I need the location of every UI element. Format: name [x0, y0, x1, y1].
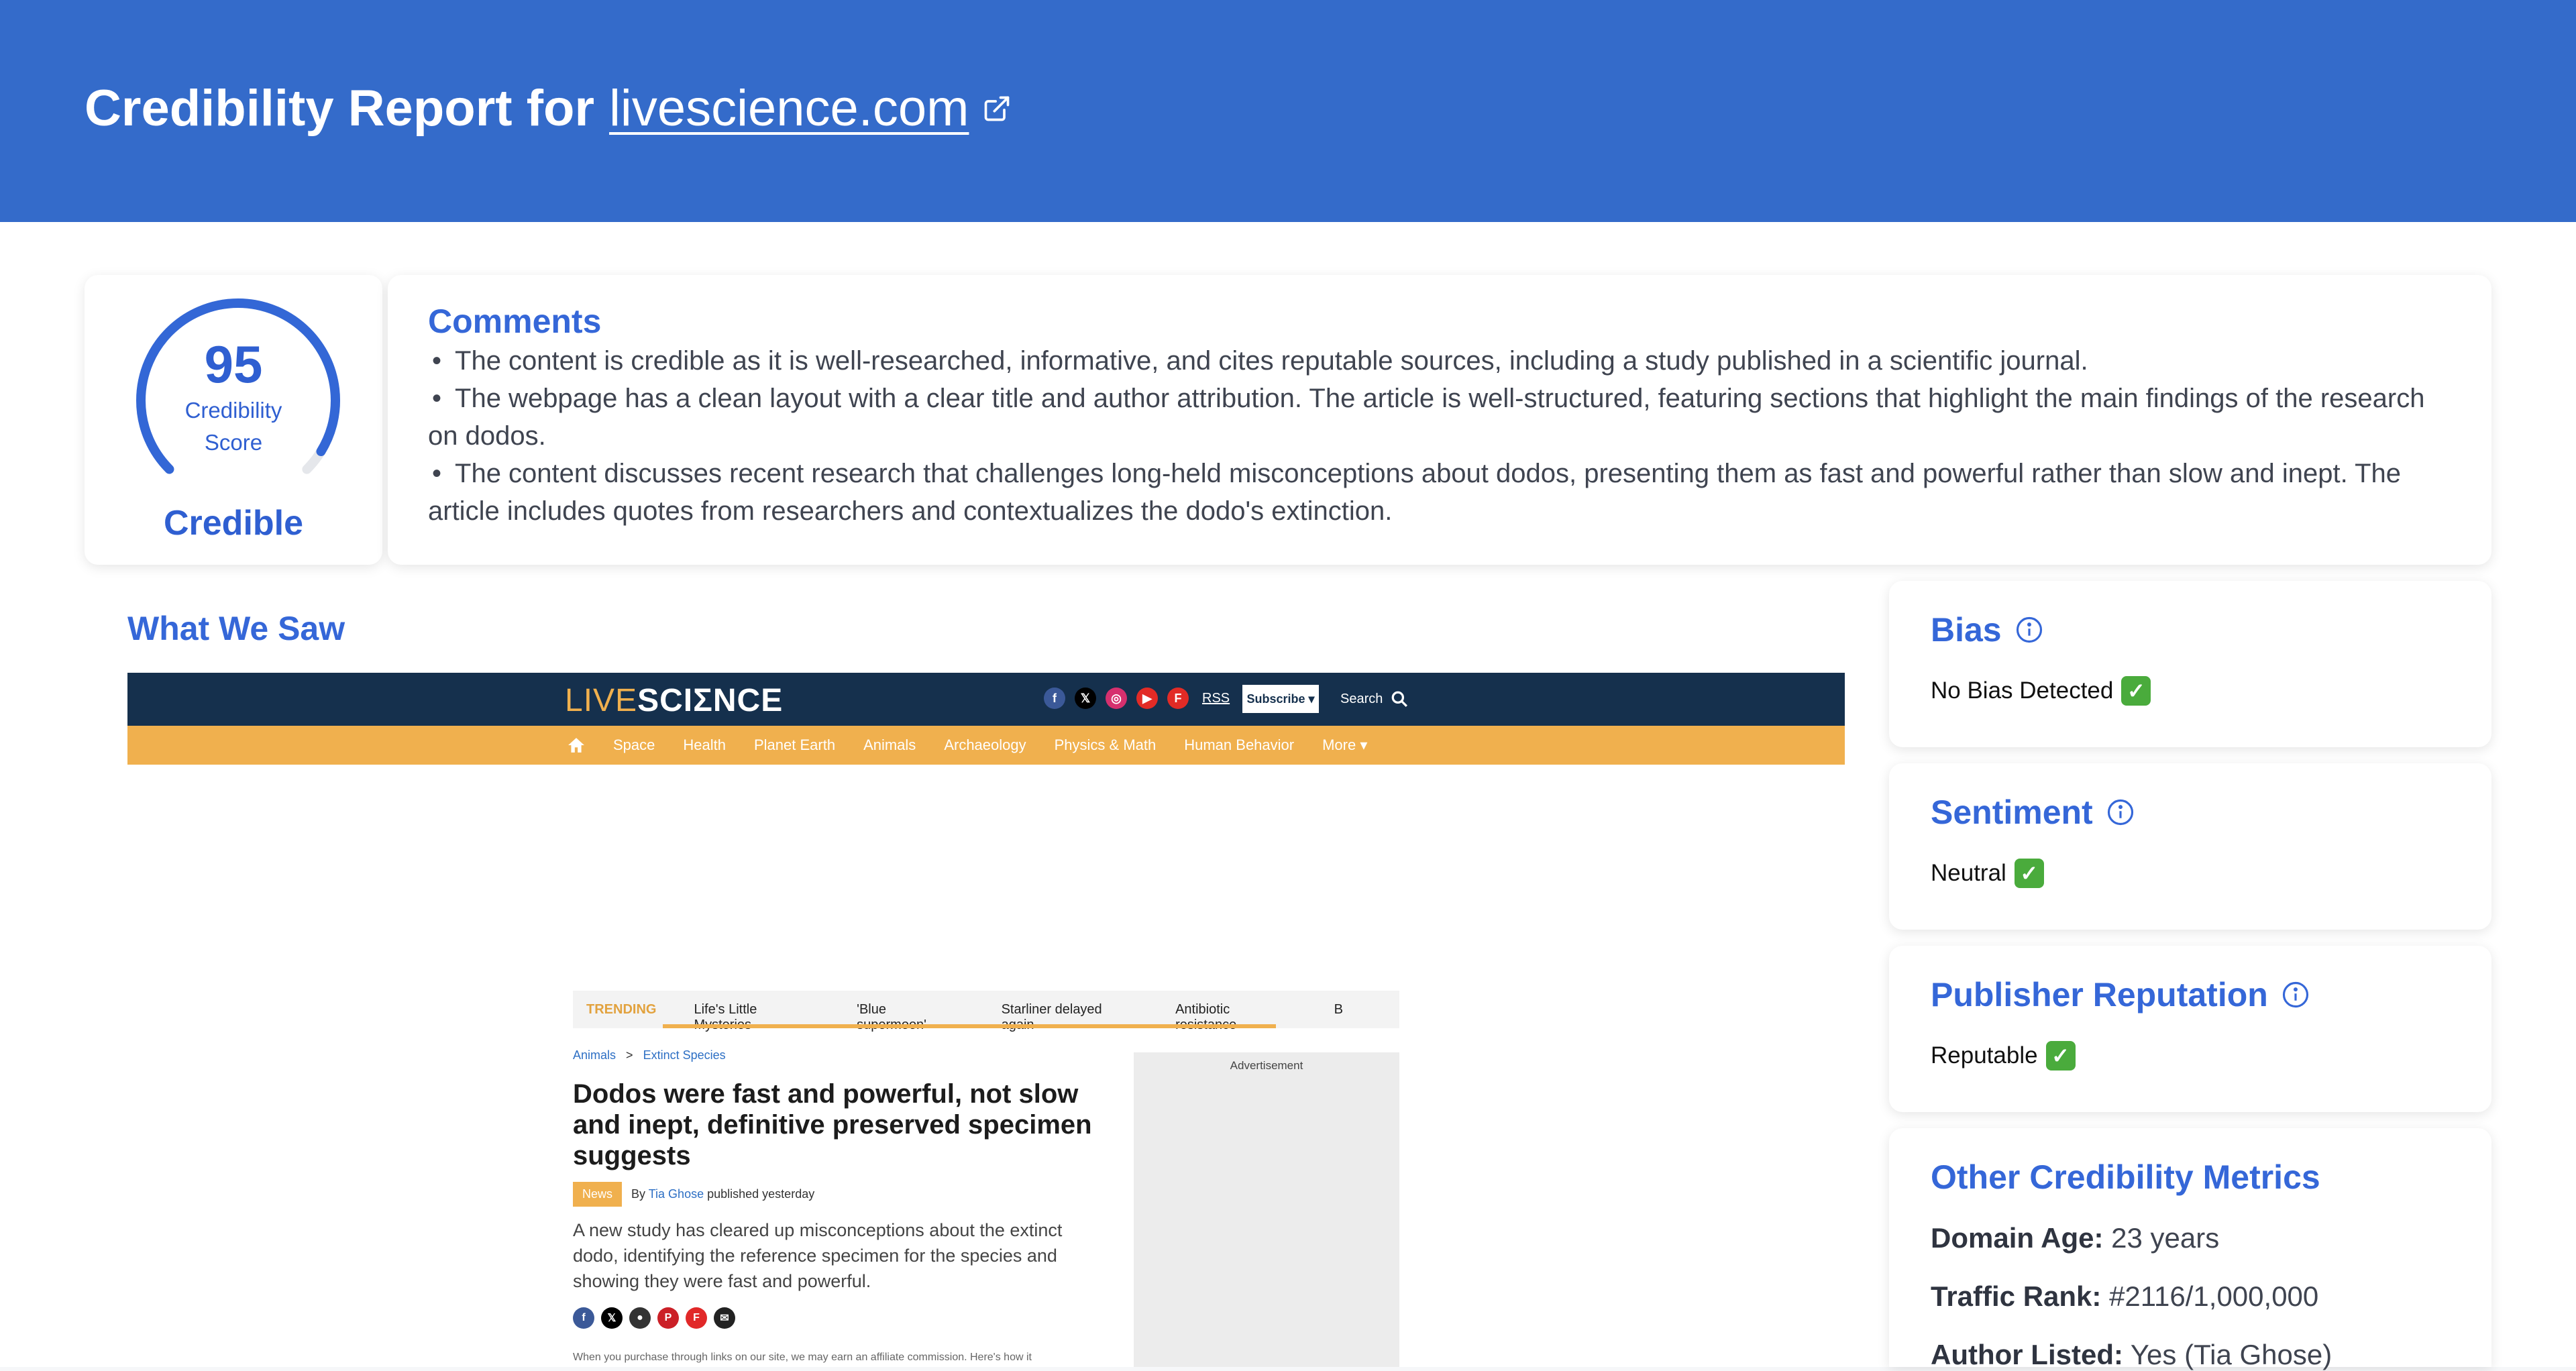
trending-item[interactable]: 'Blue supermoon'	[857, 1002, 945, 1033]
domain-age-metric: Domain Age: 23 years	[1931, 1222, 2219, 1254]
site-search-label: Search	[1340, 691, 1383, 706]
trending-label: TRENDING	[586, 1002, 657, 1017]
nav-item[interactable]: More ▾	[1322, 736, 1367, 754]
nav-item[interactable]: Physics & Math	[1055, 736, 1157, 754]
other-metrics-title: Other Credibility Metrics	[1931, 1158, 2320, 1196]
author-listed-value: Yes (Tia Ghose)	[2130, 1339, 2332, 1370]
subscribe-button[interactable]: Subscribe ▾	[1242, 685, 1319, 713]
trending-item[interactable]: Life's Little Mysteries	[694, 1002, 800, 1033]
byline-by: By	[631, 1187, 646, 1201]
trending-item[interactable]: Starliner delayed again	[1002, 1002, 1119, 1033]
score-value: 95	[204, 335, 263, 394]
site-search[interactable]: Search	[1340, 690, 1408, 708]
trending-item[interactable]: Antibiotic resistance	[1175, 1002, 1278, 1033]
trending-item[interactable]: B	[1334, 1002, 1343, 1033]
check-icon: ✓	[2014, 859, 2044, 888]
check-icon: ✓	[2121, 676, 2151, 706]
publisher-title: Publisher Reputation	[1931, 976, 2268, 1013]
publisher-reputation-card: Publisher Reputation Reputable ✓	[1889, 946, 2491, 1112]
sentiment-value: Neutral	[1931, 860, 2006, 886]
page-title: Credibility Report for livescience.com	[85, 79, 1012, 138]
home-icon[interactable]	[568, 737, 585, 753]
published-date: published yesterday	[707, 1187, 815, 1201]
author-listed-metric: Author Listed: Yes (Tia Ghose)	[1931, 1339, 2332, 1371]
ad-label: Advertisement	[1230, 1059, 1303, 1072]
external-link-icon[interactable]	[982, 94, 1012, 123]
share-email-icon[interactable]: ✉	[714, 1307, 735, 1329]
check-icon: ✓	[2045, 1041, 2076, 1071]
domain-link[interactable]: livescience.com	[609, 79, 969, 138]
nav-item[interactable]: Human Behavior	[1184, 736, 1294, 754]
share-facebook-icon[interactable]: f	[573, 1307, 594, 1329]
comments-list: The content is credible as it is well-re…	[428, 342, 2461, 530]
nav-item[interactable]: Planet Earth	[754, 736, 835, 754]
article-title: Dodos were fast and powerful, not slow a…	[573, 1079, 1092, 1170]
comment-item: The content discusses recent research th…	[428, 455, 2461, 530]
comment-item: The webpage has a clean layout with a cl…	[428, 380, 2461, 455]
social-links: f 𝕏 ◎ ▶ F RSS	[1044, 688, 1230, 709]
trending-bar: TRENDING Life's Little Mysteries 'Blue s…	[573, 991, 1399, 1032]
author-link[interactable]: Tia Ghose	[649, 1187, 704, 1201]
site-topbar: LIVESCIΣNCE f 𝕏 ◎ ▶ F RSS Subscribe ▾ Se…	[127, 673, 1845, 726]
search-icon	[1392, 691, 1408, 707]
title-prefix: Credibility Report for	[85, 80, 595, 137]
sentiment-title: Sentiment	[1931, 793, 2093, 831]
rss-link[interactable]: RSS	[1202, 691, 1230, 706]
bias-card: Bias No Bias Detected ✓	[1889, 581, 2491, 747]
website-screenshot: LIVESCIΣNCE f 𝕏 ◎ ▶ F RSS Subscribe ▾ Se…	[127, 673, 1845, 1367]
article-byline: News By Tia Ghose published yesterday	[573, 1182, 1110, 1207]
site-logo: LIVESCIΣNCE	[565, 683, 784, 718]
affiliate-notice: When you purchase through links on our s…	[573, 1352, 1032, 1363]
nav-item[interactable]: Archaeology	[944, 736, 1026, 754]
info-icon[interactable]	[2106, 798, 2135, 826]
info-icon[interactable]	[2282, 981, 2310, 1009]
domain-age-value: 23 years	[2111, 1222, 2220, 1254]
trending-scroll-indicator	[663, 1024, 1276, 1028]
score-caption-line1: Credibility	[184, 398, 282, 423]
other-metrics-card: Other Credibility Metrics Domain Age: 23…	[1889, 1128, 2491, 1370]
publisher-value: Reputable	[1931, 1042, 2038, 1068]
youtube-icon[interactable]: ▶	[1136, 688, 1158, 709]
nav-item[interactable]: Health	[683, 736, 726, 754]
site-nav: Space Health Planet Earth Animals Archae…	[127, 726, 1845, 765]
x-icon[interactable]: 𝕏	[1075, 688, 1096, 709]
nav-item[interactable]: Space	[613, 736, 655, 754]
traffic-rank-value: #2116/1,000,000	[2109, 1280, 2319, 1312]
traffic-rank-label: Traffic Rank:	[1931, 1280, 2102, 1312]
traffic-rank-metric: Traffic Rank: #2116/1,000,000	[1931, 1280, 2318, 1313]
facebook-icon[interactable]: f	[1044, 688, 1065, 709]
comments-card: Comments The content is credible as it i…	[388, 275, 2491, 565]
instagram-icon[interactable]: ◎	[1106, 688, 1127, 709]
news-tag: News	[573, 1182, 623, 1207]
domain-age-label: Domain Age:	[1931, 1222, 2104, 1254]
bias-value: No Bias Detected	[1931, 677, 2114, 704]
share-reddit-icon[interactable]: ●	[629, 1307, 651, 1329]
share-buttons: f 𝕏 ● P F ✉	[573, 1307, 1110, 1329]
breadcrumb-item[interactable]: Extinct Species	[643, 1048, 726, 1062]
breadcrumb-item[interactable]: Animals	[573, 1048, 616, 1062]
comments-title: Comments	[428, 303, 602, 340]
share-pinterest-icon[interactable]: P	[657, 1307, 679, 1329]
credibility-verdict: Credible	[163, 504, 304, 543]
article: Animals > Extinct Species Dodos were fas…	[573, 1048, 1110, 1364]
nav-item[interactable]: Animals	[863, 736, 916, 754]
article-lede: A new study has cleared up misconception…	[573, 1220, 1063, 1291]
report-header: Credibility Report for livescience.com	[0, 0, 2576, 222]
bias-title: Bias	[1931, 611, 2002, 649]
share-x-icon[interactable]: 𝕏	[601, 1307, 623, 1329]
score-caption-line2: Score	[204, 430, 263, 455]
author-listed-label: Author Listed:	[1931, 1339, 2123, 1370]
breadcrumb: Animals > Extinct Species	[573, 1048, 1110, 1062]
info-icon[interactable]	[2015, 616, 2043, 644]
what-we-saw-card: What We Saw LIVESCIΣNCE f 𝕏 ◎ ▶ F RSS Su…	[85, 581, 1866, 1367]
share-flipboard-icon[interactable]: F	[686, 1307, 707, 1329]
score-card: 95 Credibility Score Credible	[85, 275, 382, 565]
flipboard-icon[interactable]: F	[1167, 688, 1189, 709]
advertisement: Advertisement	[1134, 1052, 1399, 1367]
comment-item: The content is credible as it is well-re…	[428, 342, 2461, 380]
score-caption: Credibility Score	[85, 394, 382, 459]
breadcrumb-separator: >	[626, 1048, 633, 1062]
what-we-saw-title: What We Saw	[127, 610, 345, 647]
sentiment-card: Sentiment Neutral ✓	[1889, 763, 2491, 930]
